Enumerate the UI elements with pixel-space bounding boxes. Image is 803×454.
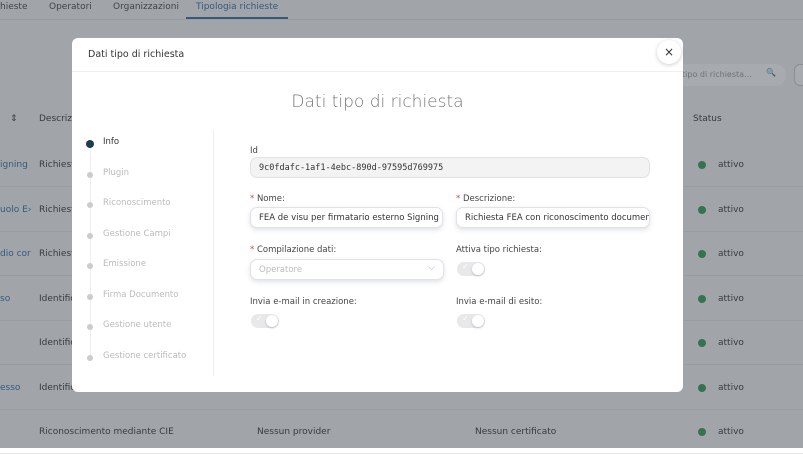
step-dot-icon xyxy=(87,324,93,330)
email-creazione-toggle[interactable]: ✓ xyxy=(251,314,279,328)
compilazione-label: * Compilazione dati: xyxy=(250,245,336,255)
email-esito-label: Invia e-mail di esito: xyxy=(456,297,543,307)
step-label: Plugin xyxy=(103,167,130,178)
step-label: Emissione xyxy=(103,259,147,269)
step-dot-icon xyxy=(87,354,93,361)
step-label: Gestione utente xyxy=(103,320,172,330)
descrizione-field[interactable]: Richiesta FEA con riconoscimento documen… xyxy=(456,207,650,228)
email-creazione-label: Invia e-mail in creazione: xyxy=(250,297,357,307)
step-dot-icon xyxy=(87,202,93,208)
check-icon: ✓ xyxy=(462,314,469,323)
nome-label-text: Nome: xyxy=(256,194,285,204)
toggle-knob xyxy=(266,315,278,327)
required-mark: * xyxy=(250,245,255,255)
id-label: Id xyxy=(250,146,258,156)
attiva-toggle[interactable]: ✓ xyxy=(457,262,485,276)
step-dot-icon xyxy=(87,171,93,178)
step-label: Gestione Campi xyxy=(103,228,171,239)
email-esito-toggle[interactable]: ✓ xyxy=(457,314,485,328)
required-mark: * xyxy=(456,194,461,204)
step-dot-icon xyxy=(87,263,93,269)
step-label: Firma Documento xyxy=(103,289,179,300)
descrizione-label-text: Descrizione: xyxy=(462,194,516,204)
step-dot-icon xyxy=(87,232,93,239)
toggle-knob xyxy=(472,263,484,275)
step-label: Info xyxy=(103,137,120,147)
required-mark: * xyxy=(250,194,255,204)
modal-dialog: Dati tipo di richiesta × Dati tipo di ri… xyxy=(72,38,683,392)
compilazione-value: Operatore xyxy=(259,265,303,275)
id-field[interactable]: 9c0fdafc-1af1-4ebc-890d-97595d769975 xyxy=(250,157,650,178)
step-dot-icon xyxy=(86,140,94,148)
descrizione-label: * Descrizione: xyxy=(456,194,515,204)
check-icon: ✓ xyxy=(462,262,469,271)
toggle-knob xyxy=(472,315,484,327)
step-dot-icon xyxy=(87,293,93,300)
check-icon: ✓ xyxy=(256,314,263,323)
attiva-label: Attiva tipo richiesta: xyxy=(456,245,542,255)
compilazione-label-text: Compilazione dati: xyxy=(256,245,337,255)
nome-field[interactable]: FEA de visu per firmatario esterno Signi… xyxy=(250,207,443,228)
step-label: Gestione certificato xyxy=(103,350,187,361)
close-button[interactable]: × xyxy=(657,40,681,64)
steps-nav: Info Plugin Riconoscimento Gestione Campi Em… xyxy=(72,130,214,376)
modal-title: Dati tipo di richiesta xyxy=(291,92,464,112)
modal-header: Dati tipo di richiesta xyxy=(72,38,683,72)
nome-label: * Nome: xyxy=(250,194,285,204)
compilazione-select[interactable]: Operatore ⌵ xyxy=(250,259,444,280)
step-label: Riconoscimento xyxy=(103,198,171,208)
chevron-down-icon: ⌵ xyxy=(428,263,435,273)
